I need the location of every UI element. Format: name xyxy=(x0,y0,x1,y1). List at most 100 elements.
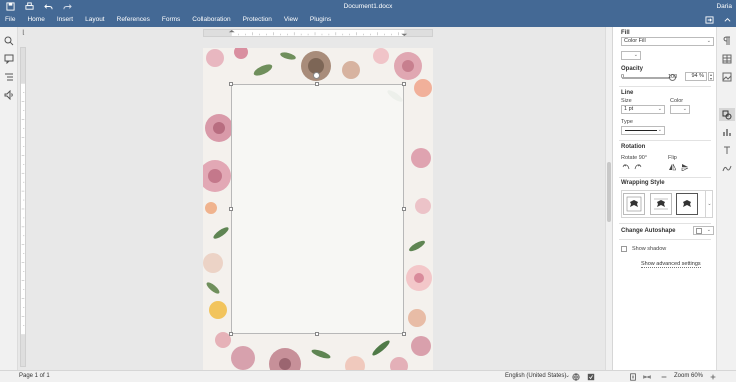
chevron-down-icon: ⌄ xyxy=(706,227,711,233)
menu-layout[interactable]: Layout xyxy=(79,13,111,27)
resize-handle-bottom-right[interactable] xyxy=(402,332,406,336)
flip-label: Flip xyxy=(668,155,677,161)
shape-icon xyxy=(696,228,702,234)
tab-selector[interactable]: ⌊ xyxy=(20,30,27,37)
menu-insert[interactable]: Insert xyxy=(51,13,79,27)
chart-settings-icon[interactable] xyxy=(722,127,732,137)
line-color-picker[interactable]: ⌄ xyxy=(670,105,690,114)
horizontal-ruler[interactable] xyxy=(203,29,433,37)
fill-type-select[interactable]: Color Fill ⌄ xyxy=(621,37,714,46)
menu-protection[interactable]: Protection xyxy=(237,13,278,27)
vertical-scrollbar[interactable] xyxy=(605,27,612,370)
page-counter[interactable]: Page 1 of 1 xyxy=(19,373,50,379)
show-advanced-settings-link[interactable]: Show advanced settings xyxy=(641,261,701,268)
rotate-clockwise-icon[interactable] xyxy=(634,163,642,171)
wrap-style-square[interactable] xyxy=(623,193,645,215)
chevron-down-icon: ⌄ xyxy=(633,52,638,58)
image-settings-icon[interactable] xyxy=(722,72,732,82)
menu-view[interactable]: View xyxy=(278,13,304,27)
collapse-toolbar-icon[interactable] xyxy=(723,16,732,24)
menu-forms[interactable]: Forms xyxy=(156,13,186,27)
line-size-select[interactable]: 1 pt ⌄ xyxy=(621,105,665,114)
line-size-value: 1 pt xyxy=(624,106,634,112)
spellcheck-icon[interactable] xyxy=(587,373,595,381)
line-section-title: Line xyxy=(621,90,634,96)
menu-home[interactable]: Home xyxy=(21,13,50,27)
menu-collaboration[interactable]: Collaboration xyxy=(186,13,236,27)
resize-handle-top-left[interactable] xyxy=(229,82,233,86)
left-sidebar xyxy=(0,27,18,370)
chevron-down-icon: ⌄ xyxy=(682,106,687,112)
chevron-down-icon: ⌄ xyxy=(565,373,571,379)
wrapping-gallery-expand[interactable]: ⌄ xyxy=(705,190,713,218)
resize-handle-top[interactable] xyxy=(315,82,319,86)
rotate-counterclockwise-icon[interactable] xyxy=(622,163,630,171)
resize-handle-right[interactable] xyxy=(402,207,406,211)
divider xyxy=(619,86,711,87)
opacity-spinner[interactable]: ▴ ▾ xyxy=(708,72,714,81)
opacity-max-label: 100 xyxy=(668,74,678,80)
wrap-style-tight[interactable] xyxy=(650,193,672,215)
shape-settings-tab[interactable] xyxy=(719,108,735,121)
paragraph-settings-icon[interactable] xyxy=(722,36,732,46)
show-shadow-label[interactable]: Show shadow xyxy=(632,246,666,252)
globe-icon[interactable] xyxy=(572,373,580,381)
shape-settings-icon xyxy=(722,110,732,119)
flip-vertical-icon[interactable] xyxy=(681,163,689,171)
fill-section-title: Fill xyxy=(621,30,630,36)
document-title: Document1.docx xyxy=(343,3,393,10)
vertical-ruler[interactable] xyxy=(20,47,26,367)
chevron-down-icon: ⌄ xyxy=(657,127,662,133)
menu-file[interactable]: File xyxy=(0,13,21,27)
search-icon[interactable] xyxy=(4,36,14,46)
document-workspace[interactable]: ⌊ xyxy=(18,27,612,370)
right-sidebar xyxy=(716,27,736,370)
open-location-icon[interactable] xyxy=(705,16,714,24)
scrollbar-thumb[interactable] xyxy=(607,162,611,222)
rotation-section-title: Rotation xyxy=(621,144,646,150)
divider xyxy=(619,239,711,240)
divider xyxy=(619,223,711,224)
table-settings-icon[interactable] xyxy=(722,54,732,64)
show-shadow-checkbox[interactable] xyxy=(621,246,627,252)
zoom-in-icon[interactable] xyxy=(709,373,717,381)
navigation-icon[interactable] xyxy=(4,72,14,82)
fill-color-picker[interactable]: ⌄ xyxy=(621,51,641,60)
wrap-tight-icon xyxy=(654,198,668,210)
text-art-icon[interactable] xyxy=(722,145,732,155)
shape-settings-panel: Fill Color Fill ⌄ ⌄ Opacity 0 100 94 % ▴… xyxy=(612,27,716,370)
document-page[interactable] xyxy=(203,48,433,370)
wrapping-style-title: Wrapping Style xyxy=(621,180,665,186)
resize-handle-top-right[interactable] xyxy=(402,82,406,86)
opacity-value-input[interactable]: 94 % xyxy=(685,72,707,81)
flip-horizontal-icon[interactable] xyxy=(668,163,676,171)
language-selector[interactable]: English (United States) xyxy=(505,373,566,379)
rotate-90-label: Rotate 90° xyxy=(621,155,648,161)
selected-shape-rectangle[interactable] xyxy=(231,84,404,334)
fill-type-value: Color Fill xyxy=(624,38,646,44)
menu-references[interactable]: References xyxy=(111,13,156,27)
fit-width-icon[interactable] xyxy=(643,373,651,381)
change-autoshape-select[interactable]: ⌄ xyxy=(693,226,714,235)
comments-icon[interactable] xyxy=(4,54,14,64)
wrap-style-behind[interactable] xyxy=(676,193,698,215)
resize-handle-bottom-left[interactable] xyxy=(229,332,233,336)
opacity-value: 94 % xyxy=(691,73,704,79)
resize-handle-bottom[interactable] xyxy=(315,332,319,336)
zoom-out-icon[interactable] xyxy=(660,373,668,381)
menu-bar: File Home Insert Layout References Forms… xyxy=(0,13,736,27)
line-type-select[interactable]: ⌄ xyxy=(621,126,665,135)
rotation-handle[interactable] xyxy=(313,72,320,79)
zoom-level[interactable]: Zoom 60% xyxy=(674,373,703,379)
fit-page-icon[interactable] xyxy=(629,373,637,381)
chevron-down-icon: ⌄ xyxy=(657,106,662,112)
speaker-icon[interactable] xyxy=(4,90,14,100)
user-name[interactable]: Daria xyxy=(716,3,732,10)
signature-icon[interactable] xyxy=(722,163,732,173)
divider xyxy=(619,140,711,141)
menu-plugins[interactable]: Plugins xyxy=(304,13,337,27)
resize-handle-left[interactable] xyxy=(229,207,233,211)
line-type-preview xyxy=(625,130,657,131)
main-menu: File Home Insert Layout References Forms… xyxy=(0,13,337,27)
chevron-down-icon: ⌄ xyxy=(706,38,711,44)
